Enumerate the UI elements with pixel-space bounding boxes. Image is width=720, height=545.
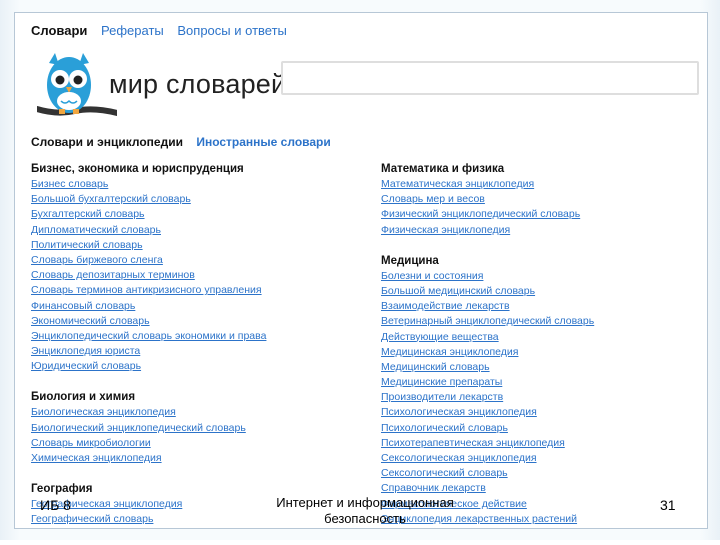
dictionary-link[interactable]: Юридический словарь [31, 360, 361, 375]
nav-item-qa[interactable]: Вопросы и ответы [177, 23, 286, 38]
dictionary-link[interactable]: Медицинский словарь [381, 361, 711, 376]
dictionary-link[interactable]: Энциклопедия юриста [31, 345, 361, 360]
footer-course-code: ИБ 8 [40, 497, 71, 513]
dictionary-link[interactable]: Психологическая энциклопедия [381, 406, 711, 421]
dictionary-link[interactable]: Болезни и состояния [381, 270, 711, 285]
search-input[interactable] [281, 61, 699, 95]
dictionary-link[interactable]: Физическая энциклопедия [381, 224, 711, 239]
dictionary-link[interactable]: Экономический словарь [31, 315, 361, 330]
dictionary-link[interactable]: Бухгалтерский словарь [31, 208, 361, 223]
dictionary-link[interactable]: Взаимодействие лекарств [381, 300, 711, 315]
dictionary-link[interactable]: Психологический словарь [381, 422, 711, 437]
nav-item-dictionaries[interactable]: Словари [31, 23, 87, 38]
dictionary-link[interactable]: Сексологический словарь [381, 467, 711, 482]
owl-logo-icon[interactable] [34, 49, 120, 129]
dictionary-link[interactable]: Медицинская энциклопедия [381, 346, 711, 361]
dictionary-link[interactable]: Словарь терминов антикризисного управлен… [31, 284, 361, 299]
dictionary-link[interactable]: Математическая энциклопедия [381, 178, 711, 193]
dictionary-link[interactable]: Финансовый словарь [31, 300, 361, 315]
dictionary-link[interactable]: Биологическая энциклопедия [31, 406, 361, 421]
dictionary-link[interactable]: Действующие вещества [381, 331, 711, 346]
site-title[interactable]: мир словарей [109, 69, 286, 100]
category-heading: Математика и физика [381, 163, 505, 175]
nav-item-abstracts[interactable]: Рефераты [101, 23, 164, 38]
top-navigation: Словари Рефераты Вопросы и ответы [31, 23, 297, 38]
dictionary-link[interactable]: Словарь мер и весов [381, 193, 711, 208]
dictionary-link[interactable]: Большой медицинский словарь [381, 285, 711, 300]
dictionary-link[interactable]: Биологический энциклопедический словарь [31, 422, 361, 437]
category-heading: Биология и химия [31, 391, 136, 404]
dictionary-link[interactable]: Производители лекарств [381, 391, 711, 406]
dictionary-link[interactable]: Сексологическая энциклопедия [381, 452, 711, 467]
dictionary-list: Биологическая энциклопедия Биологический… [31, 406, 361, 467]
tab-dictionaries-encyclopedias[interactable]: Словари и энциклопедии [31, 135, 183, 149]
dictionary-link[interactable]: Физический энциклопедический словарь [381, 208, 711, 223]
website-screenshot: Словари Рефераты Вопросы и ответы мир сл… [14, 12, 708, 529]
dictionary-link[interactable]: Медицинские препараты [381, 376, 711, 391]
dictionary-link[interactable]: Психотерапевтическая энциклопедия [381, 437, 711, 452]
dictionary-link[interactable]: Химическая энциклопедия [31, 452, 361, 467]
dictionary-link[interactable]: Большой бухгалтерский словарь [31, 193, 361, 208]
dictionary-link[interactable]: Словарь биржевого сленга [31, 254, 361, 269]
dictionary-link[interactable]: Энциклопедический словарь экономики и пр… [31, 330, 361, 345]
left-column: Бизнес, экономика и юриспруденция Бизнес… [31, 163, 361, 545]
dictionary-link[interactable]: Бизнес словарь [31, 178, 361, 193]
dictionary-link[interactable]: Словарь микробиологии [31, 437, 361, 452]
footer-page-number: 31 [660, 497, 676, 513]
dictionary-link[interactable]: Политический словарь [31, 239, 361, 254]
dictionary-link[interactable]: Дипломатический словарь [31, 224, 361, 239]
dictionary-link[interactable]: Ветеринарный энциклопедический словарь [381, 315, 711, 330]
dictionary-link[interactable]: Словарь депозитарных терминов [31, 269, 361, 284]
right-column: Математика и физика Математическая энцик… [381, 163, 711, 544]
dictionary-list: Болезни и состояния Большой медицинский … [381, 270, 711, 528]
footer-course-title: Интернет и информационная безопасность [276, 495, 454, 526]
tab-foreign-dictionaries[interactable]: Иностранные словари [196, 135, 330, 149]
dictionary-list: Математическая энциклопедия Словарь мер … [381, 178, 711, 239]
category-heading: Бизнес, экономика и юриспруденция [31, 163, 244, 175]
dictionary-list: Бизнес словарь Большой бухгалтерский сло… [31, 178, 361, 375]
category-heading: Медицина [381, 254, 439, 267]
dictionary-tabs: Словари и энциклопедии Иностранные слова… [31, 135, 331, 149]
category-heading: География [31, 483, 93, 496]
